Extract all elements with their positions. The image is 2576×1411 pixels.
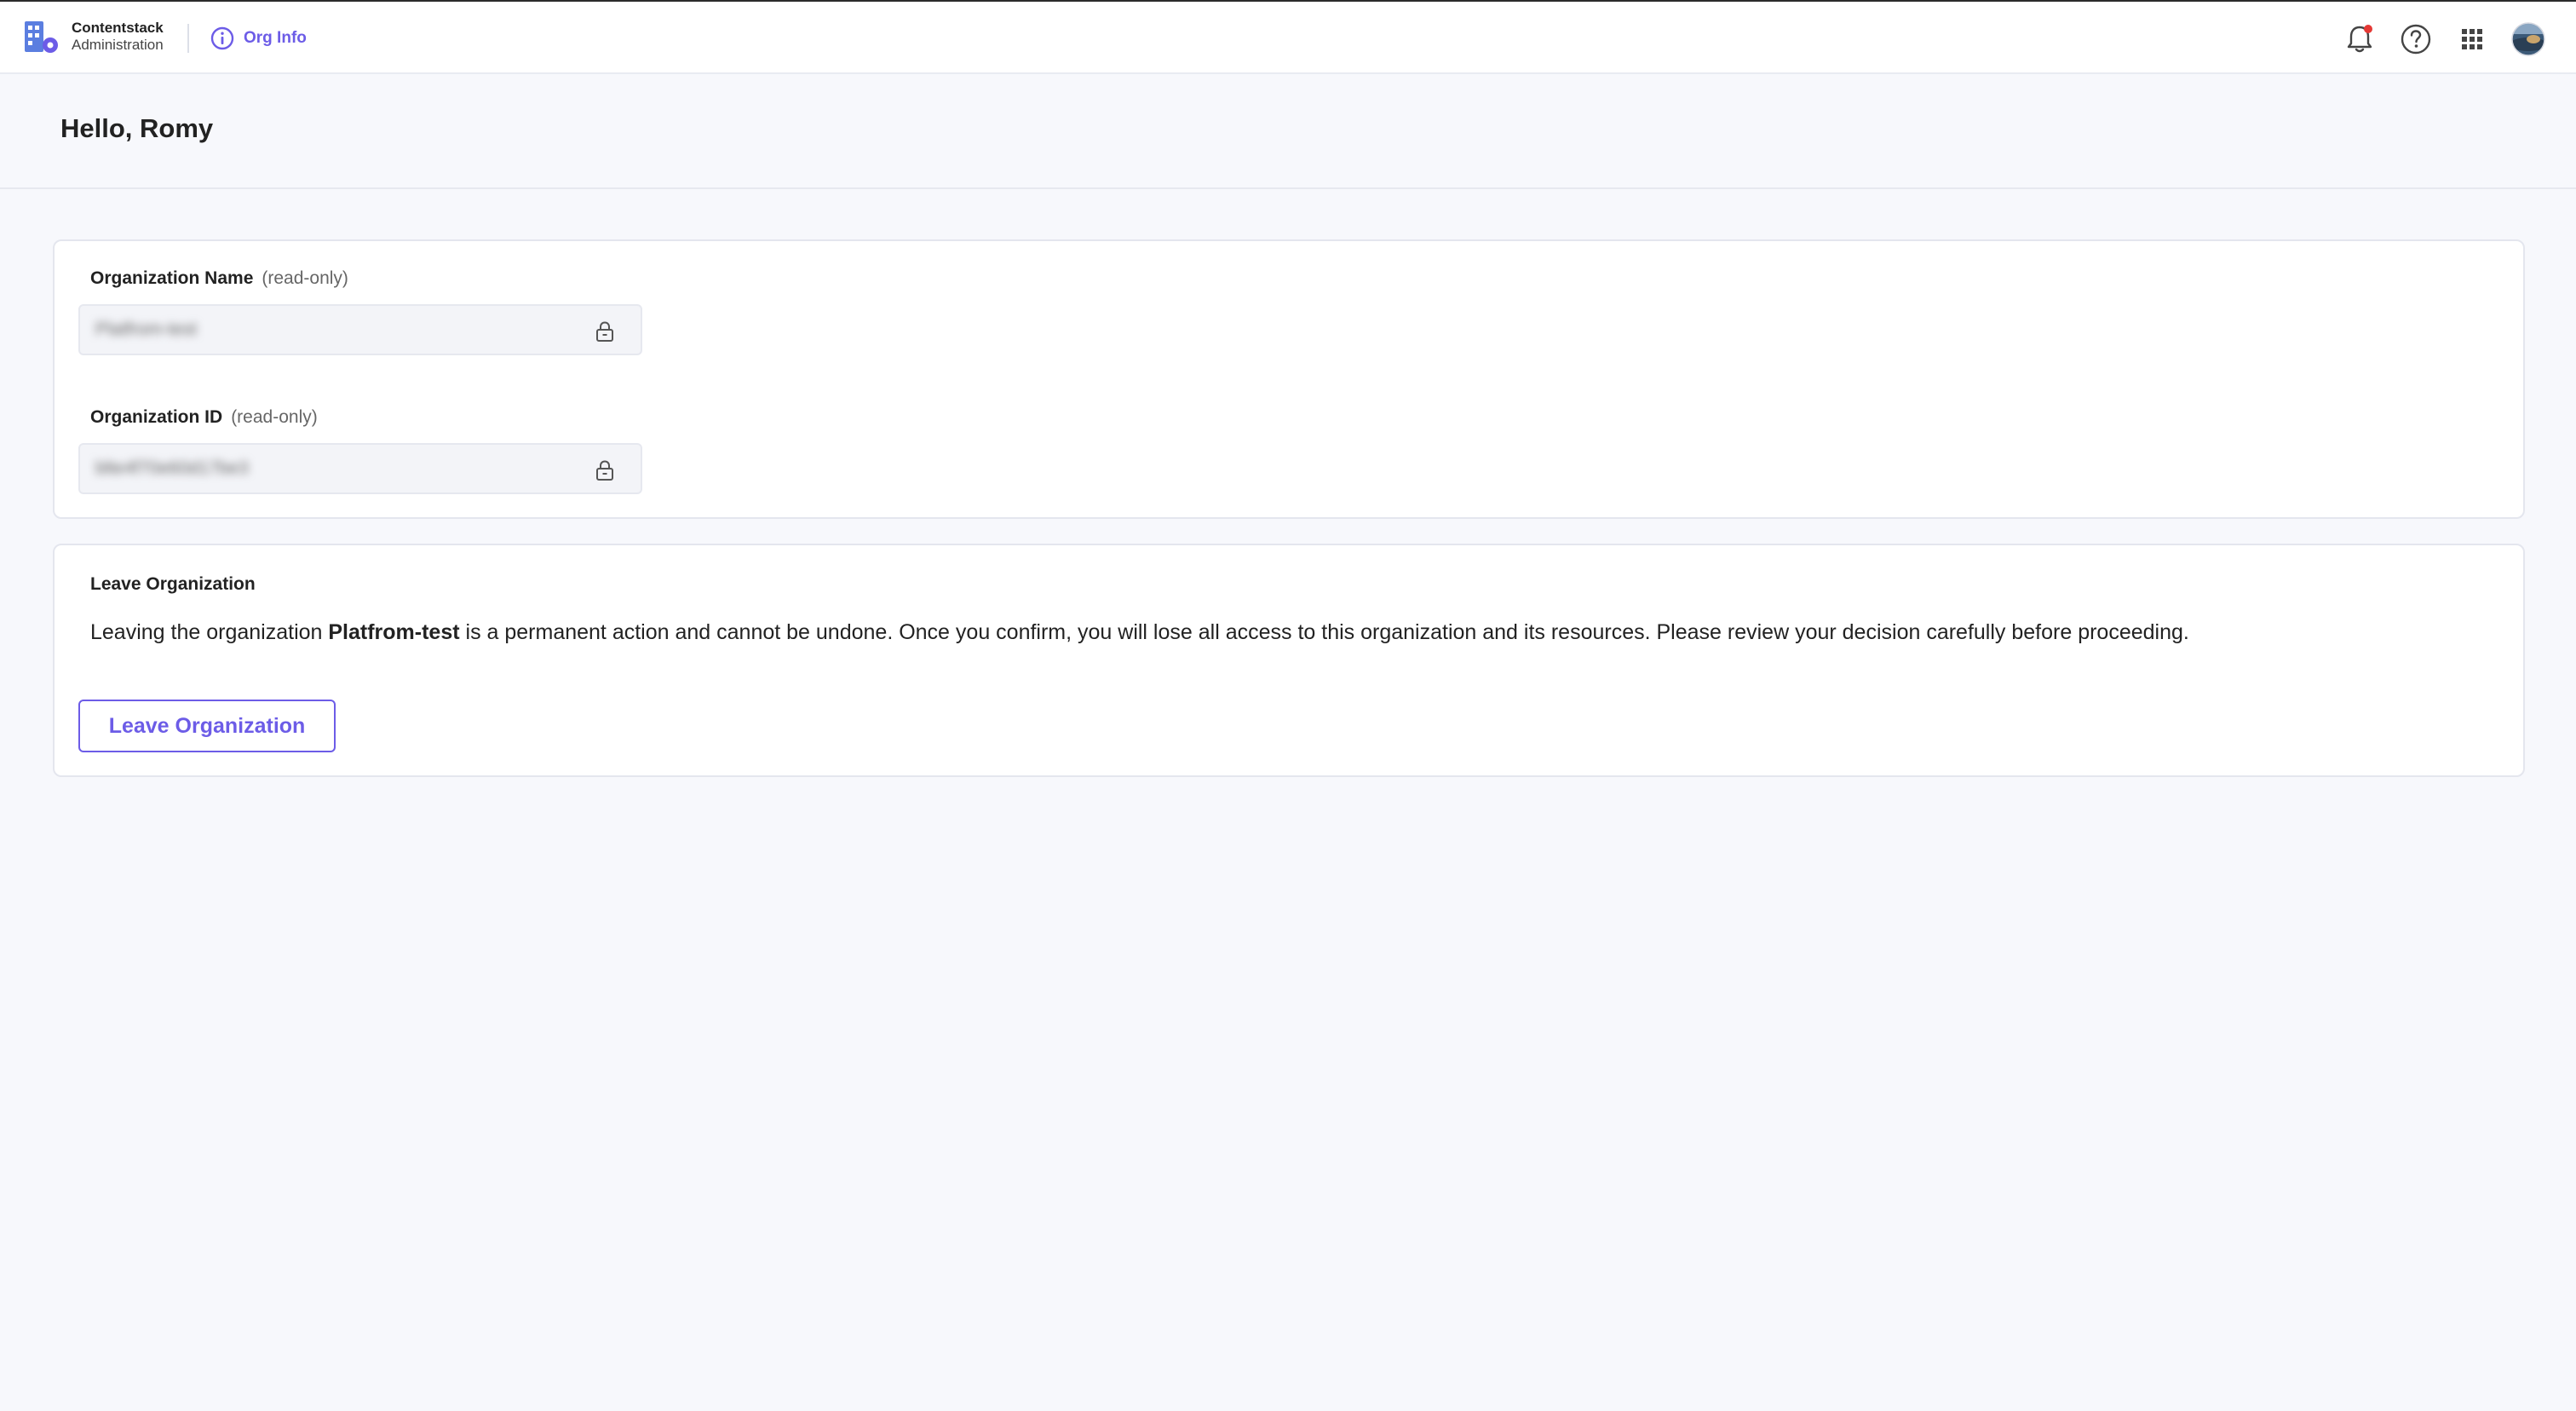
leave-org-description: Leaving the organization Platfrom-test i… [90,620,2189,645]
read-only-note: (read-only) [262,268,348,288]
lock-icon [593,320,617,343]
org-id-label: Organization ID (read-only) [90,407,318,428]
org-info-card: Organization Name (read-only) Platfrom-te… [53,239,2525,519]
org-info-label: Org Info [244,29,307,47]
brand-name: Contentstack [72,20,164,36]
apps-grid-icon [2462,29,2482,49]
org-name-field[interactable]: Platfrom-test [78,304,642,355]
notifications-button[interactable] [2343,22,2377,56]
apps-button[interactable] [2455,22,2489,56]
org-name-value: Platfrom-test [95,320,198,339]
help-button[interactable] [2399,22,2433,56]
org-name-label: Organization Name (read-only) [90,268,348,289]
leave-org-heading: Leave Organization [90,574,256,594]
leave-desc-end: is a permanent action and cannot be undo… [459,620,2189,644]
leave-desc-start: Leaving the organization [90,620,329,644]
header-divider [187,24,189,53]
org-info-link[interactable]: Org Info [210,26,307,51]
read-only-note: (read-only) [231,407,318,427]
help-icon [2401,24,2431,55]
lock-icon [593,458,617,482]
info-icon [210,26,234,50]
brand[interactable]: Contentstack Administration [22,17,164,56]
top-bar: Contentstack Administration Org Info [0,0,2576,74]
brand-subtitle: Administration [72,37,164,53]
leave-org-card: Leave Organization Leaving the organizat… [53,544,2525,777]
contentstack-admin-logo [25,21,58,53]
page-title: Hello, Romy [60,113,214,143]
org-id-value: blte4f70e60d17be3 [95,458,249,478]
avatar-image [2511,22,2545,56]
leave-organization-button[interactable]: Leave Organization [78,700,336,752]
leave-desc-org-name: Platfrom-test [328,620,460,644]
org-id-field[interactable]: blte4f70e60d17be3 [78,443,642,494]
user-avatar[interactable] [2511,22,2545,56]
org-id-label-text: Organization ID [90,407,223,427]
org-name-label-text: Organization Name [90,268,254,288]
bell-icon [2347,25,2372,53]
page-header: Hello, Romy [0,74,2576,189]
